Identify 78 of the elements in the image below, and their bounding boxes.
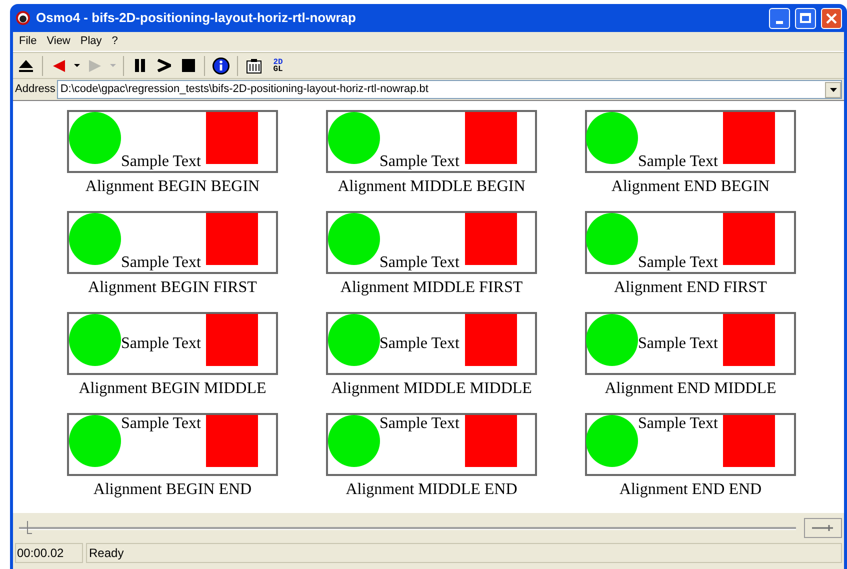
back-icon	[52, 58, 66, 72]
circle-shape	[328, 213, 380, 265]
circle-shape	[328, 415, 380, 467]
circle-shape	[586, 415, 638, 467]
menu-item[interactable]: View	[42, 33, 74, 50]
square-shape	[206, 112, 258, 164]
scene-caption: Alignment END END	[619, 480, 762, 500]
close-button[interactable]	[821, 8, 842, 28]
scene-caption: Alignment END FIRST	[614, 278, 767, 298]
scene-caption: Alignment MIDDLE MIDDLE	[331, 379, 532, 399]
maximize-icon	[800, 13, 811, 23]
square-shape	[723, 314, 775, 366]
app-icon	[15, 10, 31, 26]
sample-text: Sample Text	[121, 153, 202, 171]
square-shape	[723, 112, 775, 164]
square-shape	[723, 213, 775, 265]
renderer-button[interactable]: 2D GL	[266, 54, 290, 78]
circle-shape	[586, 213, 638, 265]
menu-item[interactable]: File	[15, 33, 41, 50]
caret-icon	[74, 64, 80, 68]
square-shape	[464, 415, 516, 467]
address-label: Address	[15, 82, 56, 98]
stop-icon	[182, 59, 194, 72]
eject-icon	[18, 58, 34, 72]
menu-item[interactable]: Play	[76, 33, 106, 50]
maximize-button[interactable]	[795, 8, 816, 28]
scene-caption: Alignment BEGIN MIDDLE	[78, 379, 266, 399]
scene-caption: Alignment END BEGIN	[611, 177, 770, 197]
fullscreen-button[interactable]	[804, 518, 842, 538]
time-display: 00:00.02	[15, 543, 83, 563]
minimize-icon	[776, 20, 783, 24]
square-shape	[464, 314, 516, 366]
square-shape	[206, 314, 258, 366]
slider-thumb[interactable]	[26, 521, 32, 534]
square-shape	[206, 213, 258, 265]
scene-caption: Alignment BEGIN BEGIN	[85, 177, 260, 197]
play-icon	[157, 59, 171, 72]
slider-end-icon	[811, 523, 835, 533]
sample-text: Sample Text	[380, 254, 460, 272]
circle-shape	[69, 314, 121, 366]
pause-icon	[134, 59, 146, 72]
scene-caption: Alignment MIDDLE FIRST	[340, 278, 523, 298]
circle-shape	[328, 314, 380, 366]
status-message: Ready	[86, 543, 842, 563]
scene-caption: Alignment BEGIN FIRST	[88, 278, 257, 298]
info-icon	[212, 56, 230, 74]
circle-shape	[586, 112, 638, 164]
sample-text: Sample Text	[638, 334, 719, 352]
caret-icon	[110, 64, 116, 68]
sample-text: Sample Text	[638, 254, 719, 272]
square-shape	[206, 415, 258, 467]
window-title: Osmo4 - bifs-2D-positioning-layout-horiz-rtl-nowrap	[36, 9, 357, 28]
circle-shape	[328, 112, 380, 164]
close-icon	[826, 12, 837, 24]
circle-shape	[69, 112, 121, 164]
circle-shape	[69, 415, 121, 467]
square-shape	[464, 213, 516, 265]
sample-text: Sample Text	[121, 415, 202, 433]
circle-shape	[586, 314, 638, 366]
square-shape	[464, 112, 516, 164]
scene-caption: Alignment MIDDLE BEGIN	[338, 177, 526, 197]
circle-shape	[69, 213, 121, 265]
sample-text: Sample Text	[121, 254, 202, 272]
sample-text: Sample Text	[121, 334, 202, 352]
forward-icon	[88, 58, 102, 72]
square-shape	[723, 415, 775, 467]
sample-text: Sample Text	[380, 334, 460, 352]
menu-item[interactable]: ?	[108, 33, 122, 50]
address-field[interactable]: D:\code\gpac\regression_tests\bifs-2D-positioning-layout-horiz-rtl-nowrap.bt	[57, 80, 842, 99]
sample-text: Sample Text	[638, 153, 719, 171]
minimize-button[interactable]	[769, 8, 790, 28]
sample-text: Sample Text	[380, 415, 460, 433]
seek-slider[interactable]	[19, 520, 796, 536]
sample-text: Sample Text	[638, 415, 719, 433]
scene-caption: Alignment MIDDLE END	[346, 480, 518, 500]
sample-text: Sample Text	[380, 153, 460, 171]
scene-caption: Alignment BEGIN END	[93, 480, 252, 500]
scene-caption: Alignment END MIDDLE	[604, 379, 776, 399]
